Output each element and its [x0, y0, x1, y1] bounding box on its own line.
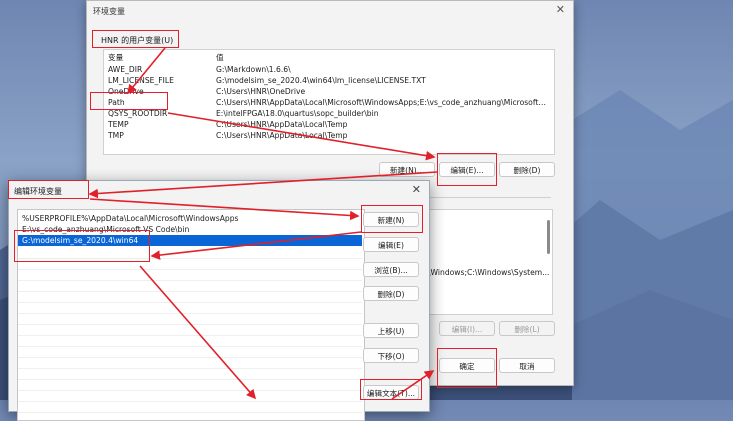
arrow-to-new-path [150, 231, 362, 260]
arrow-to-edit-dialog [88, 171, 438, 199]
arrow-to-ok-button [391, 370, 435, 400]
arrow-to-path [126, 47, 166, 95]
arrow-to-edit-button [167, 112, 436, 161]
annotation-arrows [88, 47, 438, 400]
arrow-to-bottom [139, 265, 257, 400]
list-divider [18, 412, 362, 413]
arrow-to-new-button [89, 198, 360, 221]
list-divider [18, 401, 362, 402]
